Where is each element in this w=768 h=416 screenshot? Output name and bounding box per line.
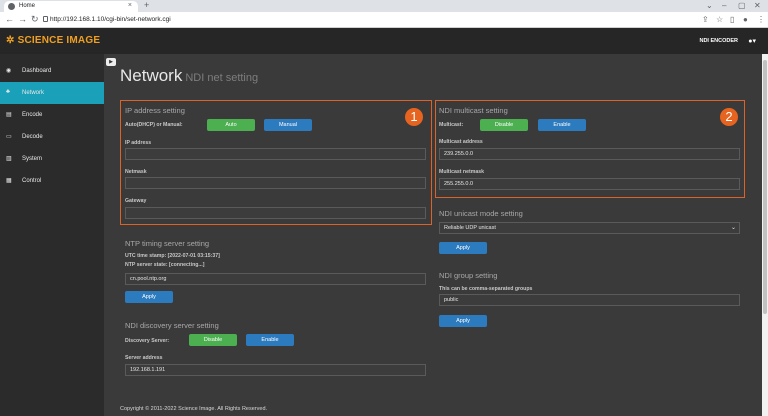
footer-copyright: Copyright © 2011-2022 Science Image. All…: [120, 406, 268, 412]
sidebar-item-system[interactable]: ▥ System: [0, 148, 104, 170]
step-badge-2: 2: [720, 108, 738, 126]
utc-timestamp: UTC time stamp: [2022-07-01 03:15:37]: [125, 253, 220, 259]
ntp-section-title: NTP timing server setting: [125, 239, 210, 248]
unicast-apply-button[interactable]: Apply: [439, 242, 487, 254]
discovery-enable-button[interactable]: Enable: [246, 334, 294, 346]
product-name: NDI ENCODER: [699, 38, 738, 44]
decode-icon: ▭: [6, 134, 12, 140]
group-hint: This can be comma-separated groups: [439, 286, 533, 292]
group-input[interactable]: public: [439, 294, 740, 306]
sidebar-item-decode[interactable]: ▭ Decode: [0, 126, 104, 148]
sidebar-item-label: Dashboard: [22, 68, 52, 74]
sidebar-panel-icon[interactable]: ▯: [730, 15, 734, 24]
info-icon[interactable]: [43, 16, 48, 22]
group-apply-button[interactable]: Apply: [439, 315, 487, 327]
auto-button[interactable]: Auto: [207, 119, 255, 131]
profile-icon[interactable]: ●: [743, 15, 748, 24]
sidebar-item-encode[interactable]: ▤ Encode: [0, 104, 104, 126]
discovery-section-title: NDI discovery server setting: [125, 321, 219, 330]
brand-logo[interactable]: ✲ SCIENCE IMAGE: [6, 35, 100, 46]
favicon-icon: [8, 3, 15, 10]
multicast-address-label: Multicast address: [439, 139, 483, 145]
bookmark-star-icon[interactable]: ☆: [716, 15, 723, 24]
chevron-down-icon[interactable]: ⌄: [706, 1, 713, 10]
server-address-label: Server address: [125, 355, 163, 361]
multicast-label: Multicast:: [439, 122, 464, 128]
app-header: ✲ SCIENCE IMAGE NDI ENCODER ●▾: [0, 28, 768, 54]
netmask-input[interactable]: [125, 177, 426, 189]
system-icon: ▥: [6, 156, 12, 162]
netmask-label: Netmask: [125, 169, 147, 175]
page-scrollbar-thumb[interactable]: [763, 60, 767, 314]
dashboard-icon: ◉: [6, 68, 12, 74]
gateway-label: Gateway: [125, 198, 147, 204]
page-title: Network NDI net setting: [120, 66, 258, 86]
back-icon[interactable]: ←: [5, 14, 14, 24]
sidebar-toggle-button[interactable]: ▶: [106, 58, 116, 66]
network-icon: ♣: [6, 89, 10, 95]
sidebar-item-label: Decode: [22, 134, 43, 140]
multicast-address-input[interactable]: 239.255.0.0: [439, 148, 740, 160]
page-title-text: Network: [120, 66, 183, 85]
multicast-enable-button[interactable]: Enable: [538, 119, 586, 131]
encode-icon: ▤: [6, 112, 12, 118]
url-field[interactable]: http://192.168.1.10/cgi-bin/set-network.…: [50, 16, 171, 23]
multicast-disable-button[interactable]: Disable: [480, 119, 528, 131]
sidebar-item-label: Network: [22, 90, 45, 96]
discovery-server-label: Discovery Server:: [125, 338, 170, 344]
chevron-down-icon: ⌄: [730, 225, 736, 231]
brand-name: SCIENCE IMAGE: [17, 35, 101, 46]
ntp-apply-button[interactable]: Apply: [125, 291, 173, 303]
ntp-server-state: NTP server state: [connecting...]: [125, 262, 205, 268]
multicast-netmask-input[interactable]: 255.255.0.0: [439, 178, 740, 190]
browser-tab[interactable]: Home ×: [4, 1, 138, 12]
unicast-mode-select[interactable]: Reliable UDP unicast ⌄: [439, 222, 740, 234]
sidebar-item-control[interactable]: ▦ Control: [0, 170, 104, 192]
sidebar-item-label: Encode: [22, 112, 43, 118]
user-menu-icon[interactable]: ●▾: [748, 37, 756, 45]
share-icon[interactable]: ⇪: [702, 15, 709, 24]
sidebar-item-network[interactable]: ♣ Network: [0, 82, 104, 104]
sidebar-item-label: Control: [22, 178, 42, 184]
sidebar-item-dashboard[interactable]: ◉ Dashboard: [0, 60, 104, 82]
ip-address-input[interactable]: [125, 148, 426, 160]
sidebar-item-label: System: [22, 156, 43, 162]
forward-icon[interactable]: →: [18, 14, 27, 24]
page-subtitle: NDI net setting: [185, 72, 259, 84]
minimize-icon[interactable]: –: [722, 1, 726, 10]
unicast-section-title: NDI unicast mode setting: [439, 209, 523, 218]
discovery-disable-button[interactable]: Disable: [189, 334, 237, 346]
tab-title: Home: [19, 3, 36, 9]
unicast-mode-value: Reliable UDP unicast: [444, 225, 496, 231]
address-bar: ← → ↻ http://192.168.1.10/cgi-bin/set-ne…: [0, 12, 768, 28]
ntp-server-input[interactable]: cn.pool.ntp.org: [125, 273, 426, 285]
multicast-netmask-label: Multicast netmask: [439, 169, 484, 175]
close-tab-icon[interactable]: ×: [128, 2, 132, 9]
maximize-icon[interactable]: ▢: [738, 1, 746, 10]
menu-dots-icon[interactable]: ⋮: [757, 15, 765, 24]
control-icon: ▦: [6, 178, 12, 184]
gear-icon: ✲: [6, 35, 15, 46]
ip-section-title: IP address setting: [125, 106, 185, 115]
group-section-title: NDI group setting: [439, 271, 498, 280]
manual-button[interactable]: Manual: [264, 119, 312, 131]
sidebar: ◉ Dashboard ♣ Network ▤ Encode ▭ Decode …: [0, 54, 104, 416]
step-badge-1: 1: [405, 108, 423, 126]
ip-address-label: IP address: [125, 140, 152, 146]
gateway-input[interactable]: [125, 207, 426, 219]
browser-tab-bar: Home × + ⌄ – ▢ ✕: [0, 0, 768, 12]
close-window-icon[interactable]: ✕: [754, 1, 761, 10]
multicast-section-title: NDI multicast setting: [439, 106, 508, 115]
server-address-input[interactable]: 192.168.1.191: [125, 364, 426, 376]
new-tab-button[interactable]: +: [144, 0, 149, 10]
dhcp-mode-label: Auto(DHCP) or Manual:: [125, 122, 183, 128]
reload-icon[interactable]: ↻: [31, 14, 39, 25]
